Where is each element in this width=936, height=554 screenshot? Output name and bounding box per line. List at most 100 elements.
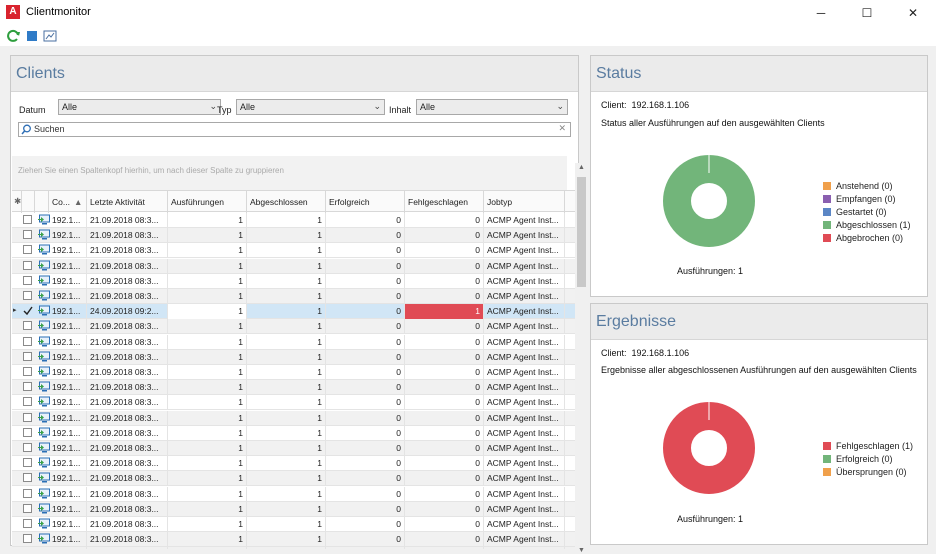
cell-letzte-aktivitaet: 21.09.2018 08:3... [87, 289, 168, 304]
cell-jobtyp: ACMP Agent Inst... [484, 486, 565, 502]
cell-computer: 192.1... [49, 304, 87, 320]
cell-ausfuehrungen: 1 [168, 380, 247, 396]
status-title: Status [596, 65, 642, 82]
row-checkbox[interactable] [23, 427, 32, 437]
checkbox-header[interactable] [22, 191, 35, 213]
table-row[interactable]: 192.1... 21.09.2018 08:3... 1 1 0 0 ACMP Agent… [12, 349, 575, 365]
table-row[interactable]: 192.1... 21.09.2018 08:3... 1 1 0 0 ACMP Agent… [12, 243, 575, 259]
column-header-fehlgeschlagen[interactable]: Fehlgeschlagen [405, 191, 484, 213]
scroll-down-icon[interactable]: ▼ [578, 547, 585, 554]
row-checkbox[interactable] [23, 488, 32, 498]
cell-fehlgeschlagen: 0 [405, 410, 484, 426]
row-checkbox[interactable] [23, 230, 32, 240]
row-checkbox[interactable] [23, 306, 33, 316]
table-row[interactable]: 192.1... 21.09.2018 08:3... 1 1 0 0 ACMP Agent… [12, 213, 575, 228]
table-row[interactable]: ▸ 192.1... 24.09.2018 09:2... 1 1 0 1 ACMP Agen… [12, 304, 575, 320]
clients-panel-header: Clients [11, 56, 578, 92]
cell-ausfuehrungen: 1 [168, 486, 247, 502]
row-checkbox[interactable] [23, 534, 32, 544]
typ-select[interactable]: Alle ⌄ [236, 99, 385, 115]
scroll-thumb[interactable] [577, 177, 586, 287]
table-row[interactable]: 192.1... 21.09.2018 08:3... 1 1 0 0 ACMP Agent… [12, 532, 575, 548]
results-title: Ergebnisse [596, 313, 677, 330]
row-checkbox[interactable] [23, 275, 32, 285]
cell-erfolgreich: 0 [326, 395, 405, 411]
column-header-abgeschlossen[interactable]: Abgeschlossen [247, 191, 326, 213]
table-row[interactable]: 192.1... 21.09.2018 08:3... 1 1 0 0 ACMP Agent… [12, 517, 575, 532]
cell-computer: 192.1... [49, 334, 87, 350]
cell-ausfuehrungen: 1 [168, 471, 247, 487]
scroll-up-icon[interactable]: ▲ [578, 164, 585, 171]
row-checkbox[interactable] [23, 382, 32, 392]
table-row[interactable]: 192.1... 21.09.2018 08:3... 1 1 0 0 ACMP Agent… [12, 228, 575, 244]
stop-icon[interactable] [24, 28, 40, 44]
table-row[interactable]: 192.1... 21.09.2018 08:3... 1 1 0 0 ACMP Agent… [12, 289, 575, 304]
table-row[interactable]: 192.1... 21.09.2018 08:3... 1 1 0 0 ACMP Agent… [12, 380, 575, 396]
refresh-icon[interactable] [5, 28, 21, 44]
row-checkbox[interactable] [23, 519, 32, 528]
column-header-jobtyp[interactable]: Jobtyp [484, 191, 565, 213]
cell-fehlgeschlagen: 0 [405, 456, 484, 472]
table-row[interactable]: 192.1... 21.09.2018 08:3... 1 1 0 0 ACMP Agent… [12, 501, 575, 517]
row-checkbox[interactable] [23, 245, 32, 255]
table-row[interactable] [12, 547, 575, 549]
inhalt-select[interactable]: Alle ⌄ [416, 99, 568, 115]
status-panel-header: Status [591, 56, 927, 92]
table-row[interactable]: 192.1... 21.09.2018 08:3... 1 1 0 0 ACMP Agent… [12, 319, 575, 335]
table-row[interactable]: 192.1... 21.09.2018 08:3... 1 1 0 0 ACMP Agent… [12, 486, 575, 502]
cell-ausfuehrungen: 1 [168, 441, 247, 456]
column-header-computer[interactable]: Co... ▲ [49, 191, 87, 213]
cell-abgeschlossen: 1 [247, 410, 326, 426]
row-indicator-header[interactable]: ✱ [12, 191, 22, 213]
cell-ausfuehrungen: 1 [168, 532, 247, 548]
row-checkbox[interactable] [23, 397, 32, 407]
row-checkbox[interactable] [23, 215, 32, 224]
table-row[interactable]: 192.1... 21.09.2018 08:3... 1 1 0 0 ACMP Agent… [12, 425, 575, 441]
table-row[interactable]: 192.1... 21.09.2018 08:3... 1 1 0 0 ACMP Agent… [12, 334, 575, 350]
row-checkbox[interactable] [23, 260, 32, 270]
clear-icon[interactable]: ✕ [558, 123, 566, 134]
cell-fehlgeschlagen: 0 [405, 243, 484, 259]
close-button[interactable]: ✕ [890, 0, 936, 26]
cell-jobtyp: ACMP Agent Inst... [484, 258, 565, 274]
table-row[interactable]: 192.1... 21.09.2018 08:3... 1 1 0 0 ACMP Agent… [12, 258, 575, 274]
table-row[interactable]: 192.1... 21.09.2018 08:3... 1 1 0 0 ACMP Agent… [12, 273, 575, 289]
group-panel[interactable]: Ziehen Sie einen Spaltenkopf hierhin, um… [12, 156, 567, 190]
table-row[interactable]: 192.1... 21.09.2018 08:3... 1 1 0 0 ACMP Agent… [12, 395, 575, 411]
row-checkbox[interactable] [23, 443, 32, 452]
row-checkbox[interactable] [23, 351, 32, 361]
table-row[interactable]: 192.1... 21.09.2018 08:3... 1 1 0 0 ACMP Agent… [12, 365, 575, 380]
report-icon[interactable] [42, 28, 58, 44]
search-input[interactable]: Suchen ✕ [18, 122, 571, 137]
row-checkbox[interactable] [23, 367, 32, 376]
maximize-button[interactable]: ☐ [844, 0, 890, 26]
row-checkbox[interactable] [23, 291, 32, 300]
column-header-letzte-aktivitaet[interactable]: Letzte Aktivität [87, 191, 168, 213]
cell-letzte-aktivitaet: 21.09.2018 08:3... [87, 395, 168, 411]
column-header-ausfuehrungen[interactable]: Ausführungen [168, 191, 247, 213]
cell-letzte-aktivitaet: 21.09.2018 08:3... [87, 471, 168, 487]
status-ring [663, 155, 755, 247]
row-checkbox[interactable] [23, 503, 32, 513]
row-checkbox[interactable] [23, 321, 32, 331]
vertical-scrollbar[interactable]: ▲ ▼ [575, 163, 588, 554]
row-checkbox[interactable] [23, 473, 32, 483]
column-header-erfolgreich[interactable]: Erfolgreich [326, 191, 405, 213]
row-checkbox[interactable] [23, 412, 32, 422]
cell-abgeschlossen: 1 [247, 380, 326, 396]
row-checkbox[interactable] [23, 458, 32, 468]
cell-letzte-aktivitaet: 21.09.2018 08:3... [87, 273, 168, 289]
table-row[interactable]: 192.1... 21.09.2018 08:3... 1 1 0 0 ACMP Agent… [12, 410, 575, 426]
table-row[interactable]: 192.1... 21.09.2018 08:3... 1 1 0 0 ACMP Agent… [12, 471, 575, 487]
cell-letzte-aktivitaet: 21.09.2018 08:3... [87, 410, 168, 426]
status-description: Status aller Ausführungen auf den ausgew… [601, 118, 825, 128]
table-row[interactable]: 192.1... 21.09.2018 08:3... 1 1 0 0 ACMP Agent… [12, 456, 575, 472]
table-row[interactable]: 192.1... 21.09.2018 08:3... 1 1 0 0 ACMP Agent… [12, 441, 575, 456]
cell-computer: 192.1... [49, 456, 87, 472]
cell-ausfuehrungen: 1 [168, 334, 247, 350]
cell-erfolgreich: 0 [326, 456, 405, 472]
datum-select[interactable]: Alle ⌄ [58, 99, 221, 115]
row-checkbox[interactable] [23, 336, 32, 346]
minimize-button[interactable]: ─ [798, 0, 844, 26]
cell-jobtyp: ACMP Agent Inst... [484, 228, 565, 244]
